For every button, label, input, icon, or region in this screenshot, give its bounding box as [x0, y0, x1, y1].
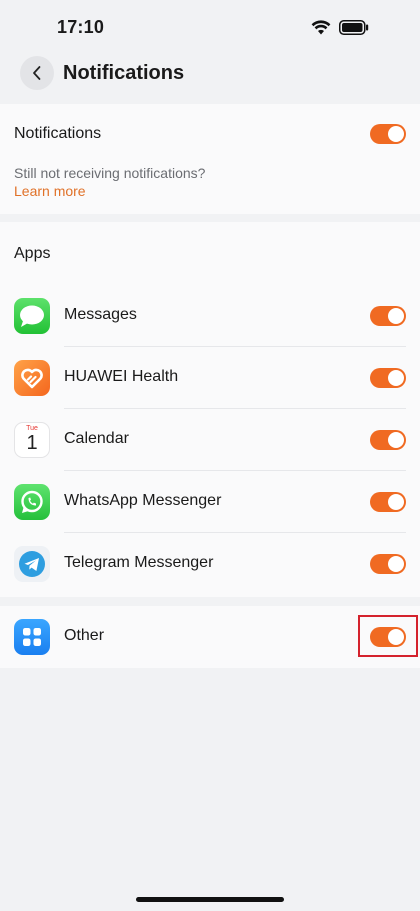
app-name: WhatsApp Messenger	[64, 492, 222, 509]
battery-icon	[339, 20, 369, 35]
app-row-huawei-health[interactable]: HUAWEI Health	[0, 347, 420, 409]
whatsapp-icon	[14, 484, 50, 520]
telegram-icon	[14, 546, 50, 582]
back-button[interactable]	[20, 56, 54, 90]
toggle-knob	[388, 308, 404, 324]
page-title: Notifications	[63, 62, 185, 84]
learn-more-link[interactable]: Learn more	[14, 183, 86, 199]
highlight-box	[358, 615, 418, 657]
app-name: Calendar	[64, 430, 129, 447]
app-row-telegram[interactable]: Telegram Messenger	[0, 533, 420, 595]
app-row-whatsapp[interactable]: WhatsApp Messenger	[0, 471, 420, 533]
telegram-toggle[interactable]	[370, 554, 406, 574]
whatsapp-toggle[interactable]	[370, 492, 406, 512]
other-card: Other	[0, 606, 420, 668]
app-name: Telegram Messenger	[64, 554, 214, 571]
notifications-toggle[interactable]	[370, 124, 406, 144]
notifications-hint: Still not receiving notifications?	[14, 165, 206, 181]
status-time: 17:10	[57, 17, 105, 37]
toggle-knob	[388, 494, 404, 510]
calendar-toggle[interactable]	[370, 430, 406, 450]
toggle-knob	[388, 556, 404, 572]
status-bar: 17:10	[0, 0, 420, 56]
calendar-icon-date: 1	[26, 432, 38, 454]
app-name: HUAWEI Health	[64, 368, 179, 385]
wifi-icon	[311, 20, 331, 35]
calendar-icon-day: Tue	[26, 425, 38, 432]
chevron-left-icon	[33, 66, 41, 80]
apps-card: Apps Messages HUAWEI Health Tue 1 Calend…	[0, 222, 420, 597]
app-row-calendar[interactable]: Tue 1 Calendar	[0, 409, 420, 471]
page-header: Notifications	[0, 56, 420, 102]
huawei-health-toggle[interactable]	[370, 368, 406, 388]
notifications-screen: 17:10 Notifications Notifications Still …	[0, 0, 420, 911]
messages-icon	[14, 298, 50, 334]
toggle-knob	[388, 432, 404, 448]
app-row-other[interactable]: Other	[0, 606, 420, 668]
app-name: Messages	[64, 306, 137, 323]
home-indicator	[136, 897, 284, 902]
notifications-card: Notifications Still not receiving notifi…	[0, 104, 420, 214]
huawei-health-icon	[14, 360, 50, 396]
app-row-messages[interactable]: Messages	[0, 285, 420, 347]
messages-toggle[interactable]	[370, 306, 406, 326]
notifications-label: Notifications	[14, 125, 102, 142]
toggle-knob	[388, 370, 404, 386]
toggle-knob	[388, 126, 404, 142]
calendar-icon: Tue 1	[14, 422, 50, 458]
other-apps-icon	[14, 619, 50, 655]
app-name: Other	[64, 627, 105, 644]
apps-heading: Apps	[14, 245, 51, 262]
